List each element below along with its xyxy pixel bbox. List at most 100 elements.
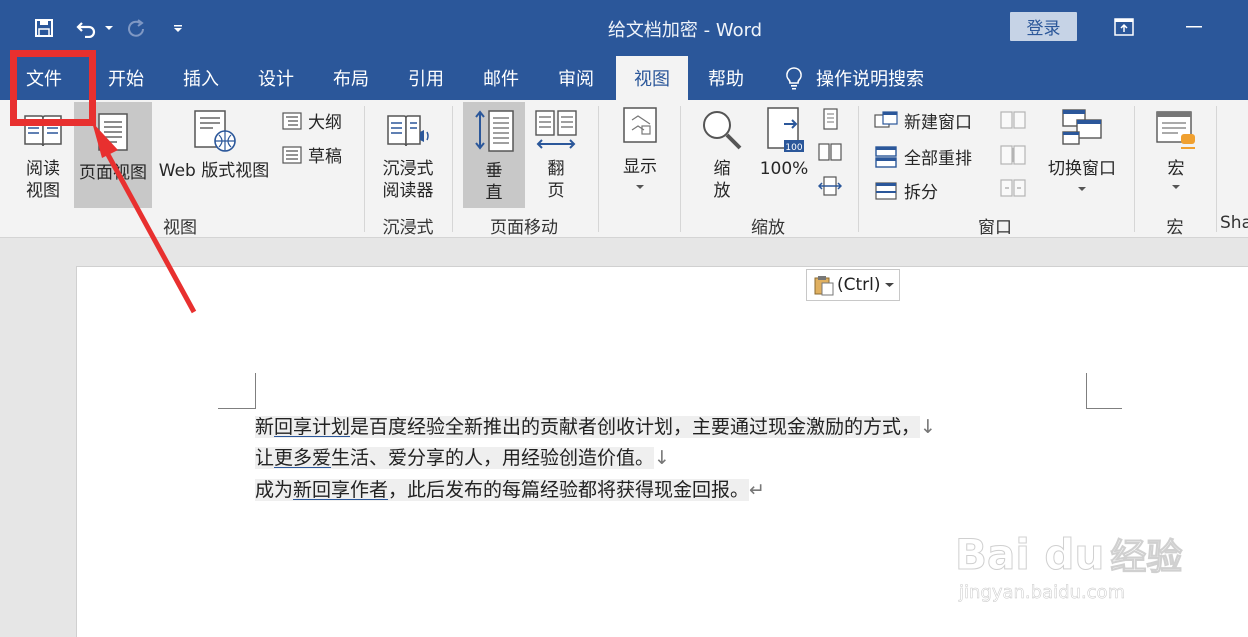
text-run: 成为 [255, 479, 294, 501]
minimize-button[interactable] [1174, 10, 1214, 44]
save-icon [35, 19, 53, 37]
document-title: 给文档加密 - Word [607, 20, 763, 41]
new-window-icon [874, 110, 898, 128]
reset-window-position-button[interactable] [1000, 178, 1026, 198]
paste-options-label: (Ctrl) [837, 275, 881, 295]
immersive-reader-icon [387, 115, 429, 147]
web-layout-label: Web 版式视图 [158, 161, 270, 181]
text-run-underlined: 新回享作者 [293, 479, 389, 501]
separator [858, 106, 859, 232]
document-line-1[interactable]: 新回享计划是百度经验全新推出的贡献者创收计划，主要通过现金激励的方式，↓ [255, 412, 936, 439]
show-label: 显示 [623, 157, 657, 177]
chevron-down-icon [1078, 187, 1086, 191]
view-side-by-side-button[interactable] [1000, 110, 1026, 130]
chevron-down-icon [1172, 185, 1180, 189]
separator [364, 106, 365, 232]
split-icon [875, 181, 897, 200]
login-button[interactable]: 登录 [1010, 12, 1077, 41]
undo-button[interactable] [72, 14, 102, 42]
read-mode-label-1: 阅读 [26, 159, 60, 179]
crop-mark-left [218, 373, 256, 409]
paste-options-button[interactable]: (Ctrl) [806, 269, 900, 301]
tab-design[interactable]: 设计 [246, 56, 306, 100]
separator [1216, 106, 1217, 232]
vertical-movement-button[interactable]: 垂 直 [463, 102, 525, 208]
multiple-pages-button[interactable] [818, 142, 842, 162]
word-window: 给文档加密 - Word 登录 文件 开始 插入 设计 布局 引用 邮件 审阅 … [0, 0, 1248, 637]
window-group-label: 窗口 [978, 218, 1012, 238]
vertical-label-2: 直 [485, 183, 503, 203]
title-bar: 给文档加密 - Word 登录 [0, 0, 1248, 56]
outline-button[interactable]: 大纲 [282, 108, 342, 133]
draft-button[interactable]: 草稿 [282, 142, 342, 167]
side-to-side-button[interactable]: 翻 页 [528, 108, 584, 208]
ribbon-display-options-button[interactable] [1104, 10, 1144, 44]
tab-help[interactable]: 帮助 [696, 56, 756, 100]
watermark-brand: Bai du 经验 [954, 528, 1183, 580]
immersive-reader-button[interactable]: 沉浸式 阅读器 [374, 108, 442, 208]
quick-access-toolbar [28, 14, 194, 42]
tab-review[interactable]: 审阅 [546, 56, 606, 100]
macros-group-label: 宏 [1166, 218, 1184, 238]
show-button[interactable]: 显示 [608, 106, 672, 206]
tab-mailings[interactable]: 邮件 [471, 56, 531, 100]
document-line-3[interactable]: 成为新回享作者，此后发布的每篇经验都将获得现金回报。↵ [255, 475, 765, 502]
macros-button[interactable]: 宏 [1144, 108, 1208, 208]
tab-references[interactable]: 引用 [396, 56, 456, 100]
page-movement-group-label: 页面移动 [490, 218, 558, 238]
page-width-button[interactable] [818, 176, 842, 196]
separator [1134, 106, 1135, 232]
zoom-label-1: 缩 [713, 159, 731, 179]
immersive-reader-label-1: 沉浸式 [382, 159, 434, 179]
side-label-1: 翻 [547, 159, 565, 179]
one-page-icon [823, 108, 838, 130]
side-by-side-icon [1000, 111, 1026, 129]
customize-icon [174, 25, 182, 32]
macro-icon [1156, 111, 1195, 149]
tab-layout[interactable]: 布局 [321, 56, 381, 100]
separator [598, 106, 599, 232]
arrange-all-button[interactable]: 全部重排 [874, 144, 972, 169]
clipboard-icon [814, 276, 834, 296]
read-mode-label-2: 视图 [26, 181, 60, 201]
tab-home[interactable]: 开始 [96, 56, 156, 100]
text-run: 让 [255, 447, 275, 469]
page-icon [98, 113, 128, 151]
side-to-side-icon [535, 110, 577, 149]
tab-insert[interactable]: 插入 [171, 56, 231, 100]
vertical-scroll-icon [475, 110, 514, 152]
switch-windows-label: 切换窗口 [1048, 159, 1116, 179]
save-button[interactable] [28, 14, 60, 42]
tell-me-search[interactable]: 操作说明搜索 [784, 56, 924, 100]
customize-qat-button[interactable] [162, 14, 194, 42]
switch-windows-button[interactable]: 切换窗口 [1040, 106, 1124, 206]
zoom-100-button[interactable]: 100 100% [752, 106, 816, 186]
split-label: 拆分 [904, 183, 938, 203]
sharepoint-group-label: Sha [1220, 213, 1248, 233]
macros-label: 宏 [1167, 159, 1185, 179]
zoom-button[interactable]: 缩 放 [694, 108, 750, 208]
side-label-2: 页 [547, 181, 565, 201]
multiple-pages-icon [818, 143, 842, 161]
watermark-cn: 经验 [1110, 537, 1183, 579]
zoom-label-2: 放 [713, 181, 731, 201]
synchronous-scrolling-button[interactable] [1000, 144, 1026, 166]
page-width-icon [818, 176, 842, 196]
undo-dropdown[interactable] [102, 14, 116, 42]
redo-icon [128, 19, 144, 37]
new-window-button[interactable]: 新建窗口 [874, 108, 972, 133]
line-break-mark: ↓ [654, 447, 670, 469]
web-layout-button[interactable]: Web 版式视图 [154, 108, 274, 208]
new-window-label: 新建窗口 [904, 113, 972, 133]
zoom-100-label: 100% [759, 159, 809, 179]
one-page-button[interactable] [820, 108, 840, 130]
tab-view[interactable]: 视图 [616, 56, 688, 100]
sync-scroll-icon [1000, 145, 1026, 165]
separator [680, 106, 681, 232]
ribbon-view: 阅读 视图 页面视图 Web 版式视图 大纲 草稿 视图 沉浸式 阅读器 沉浸式… [0, 100, 1248, 238]
redo-button[interactable] [120, 14, 152, 42]
split-button[interactable]: 拆分 [874, 178, 938, 203]
zoom-group-label: 缩放 [751, 218, 785, 238]
ribbon-display-icon [1114, 18, 1134, 36]
document-line-2[interactable]: 让更多爱生活、爱分享的人，用经验创造价值。↓ [255, 443, 670, 470]
